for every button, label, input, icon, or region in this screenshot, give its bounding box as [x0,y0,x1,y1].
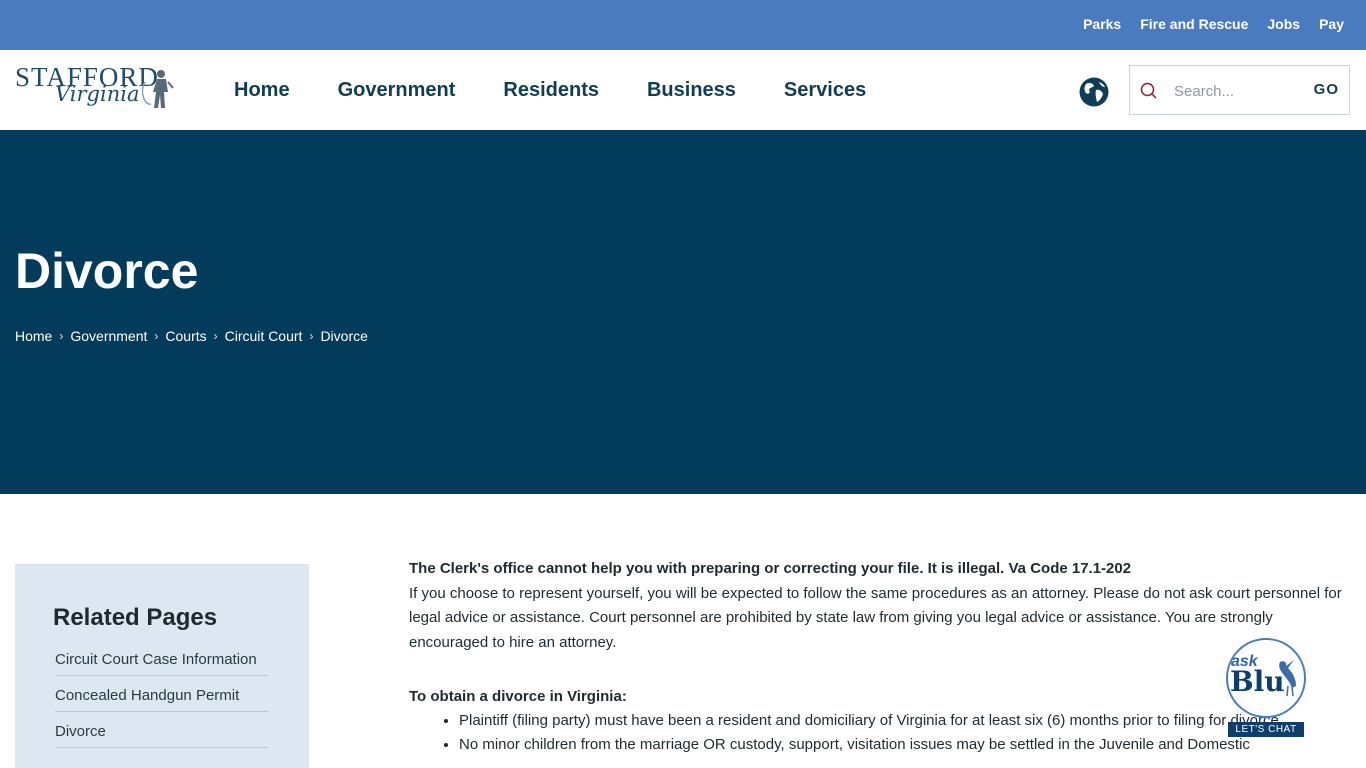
main-nav: Home Government Residents Business Servi… [234,50,866,130]
list-item: No minor children from the marriage OR c… [459,734,1353,755]
related-pages-list: Circuit Court Case Information Concealed… [55,650,269,758]
ask-blu-chat-widget[interactable]: ask Blu LET'S CHAT [1226,638,1306,738]
utility-link-jobs[interactable]: Jobs [1267,16,1300,32]
utility-bar: Parks Fire and Rescue Jobs Pay [0,0,1366,50]
breadcrumb-current: Divorce [320,328,368,344]
breadcrumb-courts[interactable]: Courts [165,328,206,344]
related-link-concealed-handgun-permit[interactable]: Concealed Handgun Permit [55,686,269,705]
related-pages-heading: Related Pages [53,604,218,631]
utility-nav: Parks Fire and Rescue Jobs Pay [1083,0,1344,50]
breadcrumb-separator-icon: › [59,329,64,343]
breadcrumb-home[interactable]: Home [15,328,52,344]
search-go-button[interactable]: GO [1314,81,1339,98]
logo-figure-icon [141,70,174,108]
search-box: GO [1129,65,1350,115]
nav-business[interactable]: Business [647,79,736,101]
related-pages-panel: Related Pages Circuit Court Case Informa… [15,564,309,768]
main-content: The Clerk's office cannot help you with … [409,557,1353,758]
breadcrumb-government[interactable]: Government [70,328,147,344]
related-link-circuit-court-case-information[interactable]: Circuit Court Case Information [55,650,269,669]
nav-services[interactable]: Services [784,79,866,101]
globe-icon[interactable] [1079,77,1109,107]
utility-link-fire-and-rescue[interactable]: Fire and Rescue [1140,16,1248,32]
logo-text-virginia: Virginia [55,82,140,106]
search-icon [1140,82,1157,99]
related-link-divorce[interactable]: Divorce [55,722,269,741]
requirements-list: Plaintiff (filing party) must have been … [459,710,1353,755]
utility-link-pay[interactable]: Pay [1319,16,1344,32]
nav-residents[interactable]: Residents [503,79,599,101]
self-representation-paragraph: If you choose to represent yourself, you… [409,584,1342,651]
clerk-notice: The Clerk's office cannot help you with … [409,560,1132,577]
breadcrumb-separator-icon: › [154,329,159,343]
page-title: Divorce [15,243,199,299]
breadcrumb-circuit-court[interactable]: Circuit Court [225,328,303,344]
lets-chat-label: LET'S CHAT [1228,722,1304,737]
page-hero: Divorce Home › Government › Courts › Cir… [0,130,1366,494]
search-input[interactable] [1174,78,1302,104]
requirements-heading: To obtain a divorce in Virginia: [409,688,627,705]
breadcrumb: Home › Government › Courts › Circuit Cou… [15,328,368,344]
nav-home[interactable]: Home [234,79,290,101]
nav-government[interactable]: Government [338,79,456,101]
heron-icon [1279,660,1296,697]
list-item: Plaintiff (filing party) must have been … [459,710,1353,731]
breadcrumb-separator-icon: › [213,329,218,343]
utility-link-parks[interactable]: Parks [1083,16,1121,32]
site-header: STAFFORD Virginia Home Government Reside… [0,50,1366,130]
stafford-logo[interactable]: STAFFORD Virginia [15,64,175,114]
breadcrumb-separator-icon: › [309,329,314,343]
